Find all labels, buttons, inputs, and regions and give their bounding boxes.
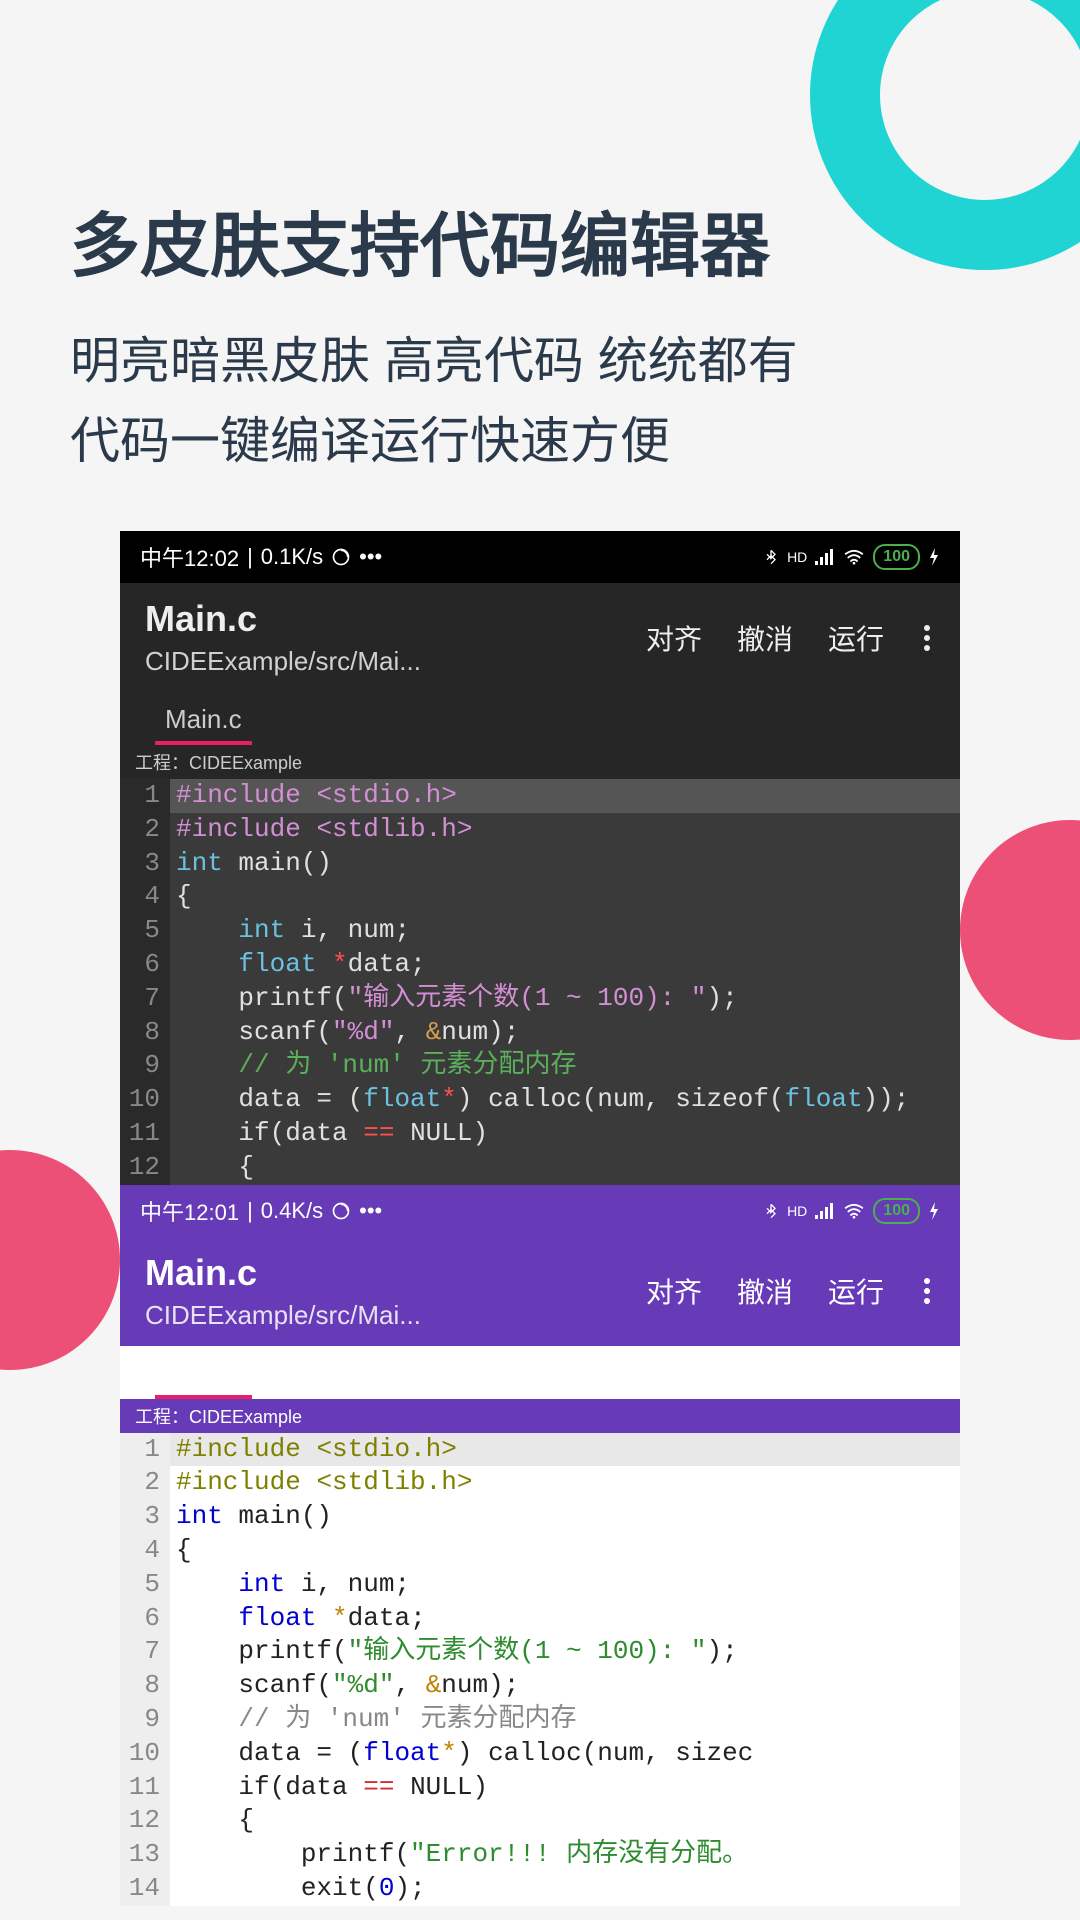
- tab-bar: Main.c: [120, 1346, 960, 1399]
- battery-indicator: 100: [873, 1198, 920, 1224]
- code-line: 12 {: [120, 1804, 960, 1838]
- charging-icon: [928, 548, 940, 566]
- align-button[interactable]: 对齐: [646, 618, 702, 658]
- hd-icon: HD: [787, 549, 807, 565]
- file-path: CIDEExample/src/Mai...: [145, 1300, 421, 1331]
- app-bar: Main.c CIDEExample/src/Mai... 对齐 撤消 运行: [120, 1237, 960, 1346]
- align-button[interactable]: 对齐: [646, 1271, 702, 1311]
- code-line: 13 printf("Error!!! 内存没有分配。: [120, 1838, 960, 1872]
- code-line: 14 exit(0);: [120, 1872, 960, 1906]
- code-line: 2#include <stdlib.h>: [120, 813, 960, 847]
- code-editor[interactable]: 1#include <stdio.h> 2#include <stdlib.h>…: [120, 779, 960, 1185]
- more-menu-icon[interactable]: [919, 620, 935, 656]
- charging-icon: [928, 1202, 940, 1220]
- code-line: 3int main(): [120, 1500, 960, 1534]
- bluetooth-icon: [763, 547, 779, 567]
- signal-icon: [815, 549, 835, 565]
- code-line: 4{: [120, 1534, 960, 1568]
- file-title: Main.c: [145, 598, 421, 640]
- project-label: 工程：CIDEExample: [120, 745, 960, 779]
- code-line: 8 scanf("%d", &num);: [120, 1669, 960, 1703]
- status-speed: 0.1K/s: [261, 544, 323, 570]
- battery-indicator: 100: [873, 544, 920, 570]
- phone-light-theme: 中午12:01 | 0.4K/s ••• HD 100 Main.c CIDEE…: [120, 1185, 960, 1906]
- code-line: 6 float *data;: [120, 1602, 960, 1636]
- hero-title: 多皮肤支持代码编辑器: [70, 190, 1010, 291]
- code-line: 6 float *data;: [120, 948, 960, 982]
- signal-icon: [815, 1203, 835, 1219]
- code-line: 4{: [120, 880, 960, 914]
- undo-button[interactable]: 撤消: [737, 618, 793, 658]
- decorative-circle-pink-left: [0, 1150, 120, 1370]
- undo-button[interactable]: 撤消: [737, 1271, 793, 1311]
- code-line: 7 printf("输入元素个数(1 ~ 100): ");: [120, 982, 960, 1016]
- code-line: 2#include <stdlib.h>: [120, 1466, 960, 1500]
- status-more: •••: [359, 544, 382, 570]
- status-time: 中午12:01: [140, 1195, 239, 1227]
- code-line: 11 if(data == NULL): [120, 1117, 960, 1151]
- code-line: 8 scanf("%d", &num);: [120, 1016, 960, 1050]
- status-bar: 中午12:01 | 0.4K/s ••• HD 100: [120, 1185, 960, 1237]
- code-line: 9 // 为 'num' 元素分配内存: [120, 1049, 960, 1083]
- code-line: 10 data = (float*) calloc(num, sizeof(fl…: [120, 1083, 960, 1117]
- code-line: 12 {: [120, 1151, 960, 1185]
- app-bar: Main.c CIDEExample/src/Mai... 对齐 撤消 运行: [120, 583, 960, 692]
- sync-icon: [331, 1201, 351, 1221]
- hd-icon: HD: [787, 1203, 807, 1219]
- hero-subtitle-1: 明亮暗黑皮肤 高亮代码 统统都有: [70, 321, 1010, 401]
- bluetooth-icon: [763, 1201, 779, 1221]
- code-line: 7 printf("输入元素个数(1 ~ 100): ");: [120, 1635, 960, 1669]
- run-button[interactable]: 运行: [828, 1271, 884, 1311]
- code-line: 1#include <stdio.h>: [120, 779, 960, 813]
- code-line: 5 int i, num;: [120, 914, 960, 948]
- wifi-icon: [843, 549, 865, 565]
- file-path: CIDEExample/src/Mai...: [145, 646, 421, 677]
- more-menu-icon[interactable]: [919, 1273, 935, 1309]
- hero-text: 多皮肤支持代码编辑器 明亮暗黑皮肤 高亮代码 统统都有 代码一键编译运行快速方便: [0, 0, 1080, 531]
- status-speed: 0.4K/s: [261, 1198, 323, 1224]
- hero-subtitle-2: 代码一键编译运行快速方便: [70, 401, 1010, 481]
- wifi-icon: [843, 1203, 865, 1219]
- tab-main-c[interactable]: Main.c: [155, 1352, 252, 1399]
- status-time: 中午12:02: [140, 541, 239, 573]
- decorative-circle-pink-right: [960, 820, 1080, 1040]
- phone-dark-theme: 中午12:02 | 0.1K/s ••• HD 100 Main.c CIDEE…: [120, 531, 960, 1185]
- code-line: 10 data = (float*) calloc(num, sizec: [120, 1737, 960, 1771]
- status-more: •••: [359, 1198, 382, 1224]
- project-label: 工程：CIDEExample: [120, 1399, 960, 1433]
- code-editor[interactable]: 1#include <stdio.h> 2#include <stdlib.h>…: [120, 1433, 960, 1906]
- file-title: Main.c: [145, 1252, 421, 1294]
- code-line: 1#include <stdio.h>: [120, 1433, 960, 1467]
- run-button[interactable]: 运行: [828, 618, 884, 658]
- status-bar: 中午12:02 | 0.1K/s ••• HD 100: [120, 531, 960, 583]
- code-line: 3int main(): [120, 847, 960, 881]
- tab-bar: Main.c: [120, 692, 960, 745]
- tab-main-c[interactable]: Main.c: [155, 698, 252, 745]
- sync-icon: [331, 547, 351, 567]
- code-line: 9 // 为 'num' 元素分配内存: [120, 1703, 960, 1737]
- code-line: 5 int i, num;: [120, 1568, 960, 1602]
- code-line: 11 if(data == NULL): [120, 1771, 960, 1805]
